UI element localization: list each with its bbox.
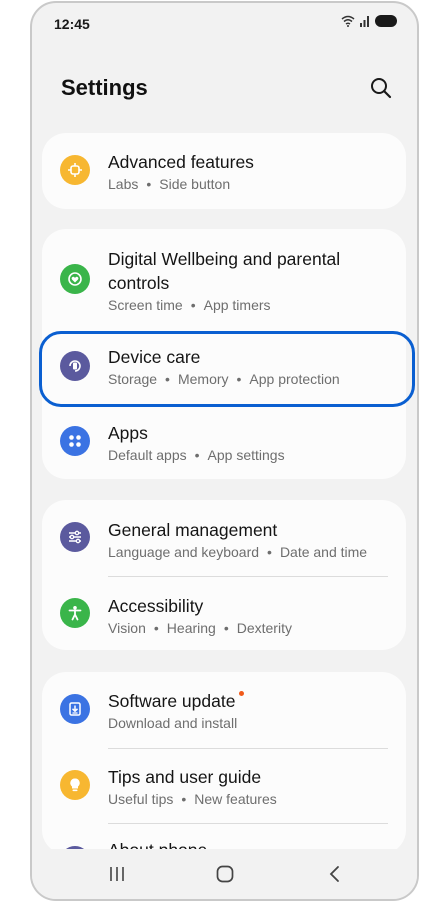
home-button[interactable] — [210, 863, 240, 885]
back-button[interactable] — [320, 863, 350, 885]
phone-frame: 12:45 Settings Advanced features Labs • … — [30, 1, 419, 901]
row-title: Digital Wellbeing and parental controls — [108, 249, 341, 293]
card-support: Software update Download and install Tip… — [42, 672, 406, 854]
row-subtitle: Labs • Side button — [108, 176, 231, 192]
row-subtitle: Screen time • App timers — [108, 297, 271, 313]
software-update-icon — [60, 694, 90, 724]
wifi-icon — [341, 15, 355, 27]
battery-icon — [375, 15, 397, 27]
recent-apps-button[interactable] — [102, 863, 132, 885]
row-title: Advanced features — [108, 152, 254, 172]
signal-icon — [360, 16, 369, 27]
row-tips[interactable]: Tips and user guide Useful tips • New feat… — [42, 748, 406, 824]
card-advanced: Advanced features Labs • Side button — [42, 133, 406, 209]
row-title: Tips and user guide — [108, 767, 262, 787]
digital-wellbeing-icon — [60, 264, 90, 294]
row-title: General management — [108, 520, 278, 540]
status-time: 12:45 — [54, 16, 90, 32]
apps-icon — [60, 426, 90, 456]
row-subtitle: Vision • Hearing • Dexterity — [108, 620, 292, 636]
accessibility-icon — [60, 598, 90, 628]
row-title: Device care — [108, 347, 201, 367]
row-subtitle: Download and install — [108, 715, 238, 731]
back-icon — [329, 866, 339, 882]
row-title: Accessibility — [108, 596, 204, 616]
row-title: Software update — [108, 689, 388, 713]
row-device-care[interactable]: Device care Storage • Memory • App protectio… — [42, 327, 406, 403]
general-management-icon — [60, 522, 90, 552]
row-subtitle: Storage • Memory • App protection — [108, 371, 340, 387]
row-accessibility[interactable]: Accessibility Vision • Hearing • Dexterity — [42, 576, 406, 650]
row-subtitle: Useful tips • New features — [108, 791, 277, 807]
row-title: Apps — [108, 423, 148, 443]
row-subtitle: Default apps • App settings — [108, 447, 285, 463]
row-subtitle: Language and keyboard • Date and time — [108, 544, 368, 560]
row-advanced-features[interactable]: Advanced features Labs • Side button — [42, 133, 406, 209]
update-badge-dot — [239, 691, 245, 696]
row-software-update[interactable]: Software update Download and install — [42, 672, 406, 748]
navigation-bar — [32, 849, 417, 899]
row-general-management[interactable]: General management Language and keyboard… — [42, 500, 406, 576]
advanced-features-icon — [60, 155, 90, 185]
header: Settings — [32, 63, 417, 113]
page-title: Settings — [61, 75, 148, 100]
recent-apps-icon — [110, 867, 124, 881]
row-digital-wellbeing[interactable]: Digital Wellbeing and parental controls … — [42, 229, 406, 327]
card-wellbeing-apps: Digital Wellbeing and parental controls … — [42, 229, 406, 479]
status-icons — [341, 15, 397, 27]
row-apps[interactable]: Apps Default apps • App settings — [42, 403, 406, 479]
search-icon — [371, 78, 392, 99]
device-care-icon — [60, 351, 90, 381]
tips-icon — [60, 770, 90, 800]
home-icon — [216, 865, 234, 883]
status-bar: 12:45 — [32, 3, 417, 43]
card-general: General management Language and keyboard… — [42, 500, 406, 650]
search-button[interactable] — [367, 74, 395, 102]
